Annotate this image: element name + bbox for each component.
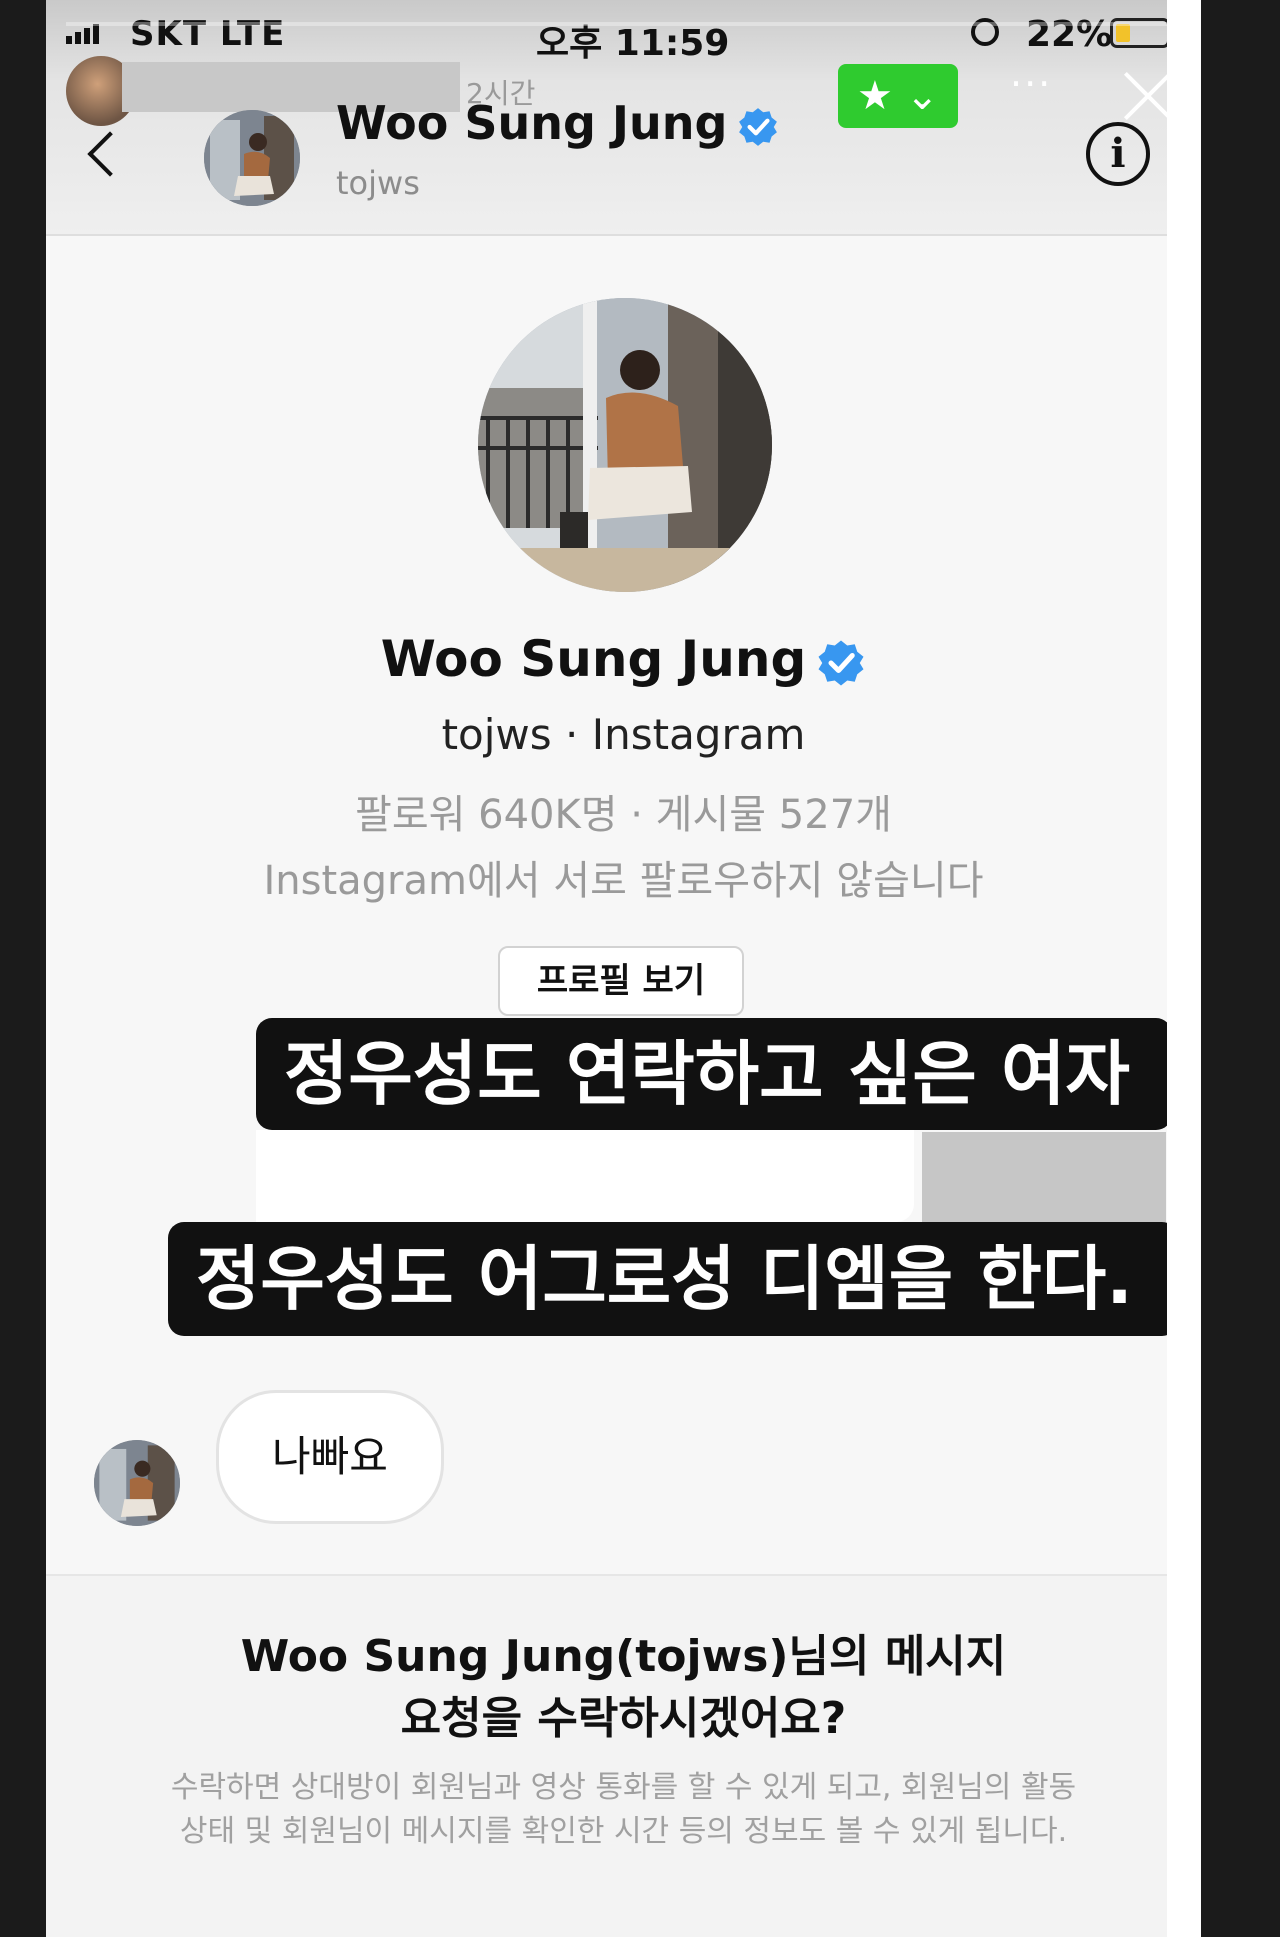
header-divider [46,234,1201,236]
follow-status-note: Instagram에서 서로 팔로우하지 않습니다 [263,858,984,904]
close-friends-star-button[interactable]: ★ ⌄ [838,64,958,128]
right-edge-strip [1167,0,1201,1937]
redacted-block [922,1132,1166,1222]
request-description: 수락하면 상대방이 회원님과 영상 통화를 할 수 있게 되고, 회원님의 활동… [106,1766,1141,1854]
status-bar: SKT LTE 오후 11:59 22% [46,0,1201,70]
caption-blank-area [256,1130,914,1222]
view-profile-button[interactable]: 프로필 보기 [498,946,744,1016]
request-title-line-1: Woo Sung Jung(tojws)님의 메시지 [240,1631,1007,1682]
story-progress-bar [66,22,1186,26]
caption-line-2: 정우성도 어그로성 디엠을 한다. [168,1222,1178,1336]
info-icon[interactable]: i [1086,122,1150,186]
message-request-panel: Woo Sung Jung(tojws)님의 메시지 요청을 수락하시겠어요? … [46,1574,1201,1937]
message-bubble[interactable]: 나빠요 [216,1390,444,1524]
header-avatar[interactable] [204,110,300,206]
profile-name-text: Woo Sung Jung [380,630,807,688]
request-title-line-2: 요청을 수락하시겠어요? [400,1693,847,1744]
carrier-label: SKT LTE [130,14,286,54]
message-sender-avatar[interactable] [94,1440,180,1526]
screenshot-frame: SKT LTE 오후 11:59 22% 2시간 ★ ⌄ ··· Woo Sun… [46,0,1201,1937]
signal-icon [66,24,99,44]
header-title: Woo Sung Jung [336,96,779,150]
header-username: tojws [336,164,420,202]
request-desc-line-2: 상태 및 회원님이 메시지를 확인한 시간 등의 정보도 볼 수 있게 됩니다. [179,1814,1068,1849]
battery-percent: 22% [1026,14,1113,55]
verified-badge-icon [739,107,778,146]
profile-stats: 팔로워 640K명 · 게시물 527개 [355,792,892,838]
profile-title: Woo Sung Jung [46,630,1201,688]
profile-avatar[interactable] [478,298,772,592]
profile-username-platform: tojws · Instagram [441,710,806,759]
verified-badge-icon [818,640,864,685]
caption-line-1: 정우성도 연락하고 싶은 여자 [256,1018,1172,1130]
request-desc-line-1: 수락하면 상대방이 회원님과 영상 통화를 할 수 있게 되고, 회원님의 활동 [170,1770,1077,1805]
more-options-icon[interactable]: ··· [1010,62,1052,106]
header-name-text: Woo Sung Jung [336,96,728,150]
request-title: Woo Sung Jung(tojws)님의 메시지 요청을 수락하시겠어요? [46,1626,1201,1750]
